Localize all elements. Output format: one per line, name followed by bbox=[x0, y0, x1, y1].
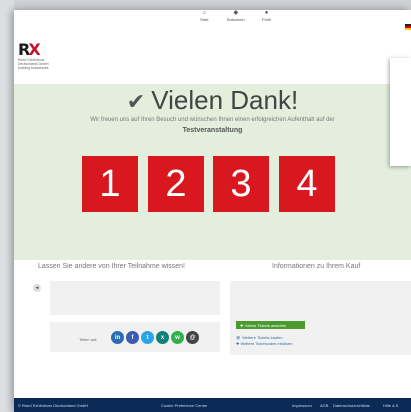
overlay-popup[interactable] bbox=[390, 58, 411, 166]
share-label: Teilen auf: bbox=[79, 337, 98, 342]
language-flag-icon[interactable] bbox=[405, 24, 411, 30]
nav-botschein[interactable]: ◆ Botschein bbox=[227, 10, 245, 22]
nav-profil[interactable]: ● Profil bbox=[262, 10, 271, 22]
user-icon: ● bbox=[264, 10, 269, 16]
footer-link-agb[interactable]: AGB bbox=[320, 403, 328, 408]
ticket-button-icon: ✚ bbox=[240, 322, 244, 328]
share-title: Lassen Sie andere von Ihrer Teilnahme wi… bbox=[38, 263, 185, 270]
email-share-icon[interactable]: @ bbox=[186, 331, 199, 344]
window-backdrop bbox=[0, 0, 14, 412]
nav-profil-label: Profil bbox=[262, 17, 272, 22]
cart-icon: 🛒︎ bbox=[236, 335, 242, 340]
xing-share-icon[interactable]: x bbox=[156, 331, 169, 344]
ticket-icon: ◆ bbox=[233, 10, 239, 16]
cookie-preference-link[interactable]: Cookie Preference Centre bbox=[161, 403, 207, 408]
footer-company: © Reed Exhibitions Deutschland GmbH bbox=[18, 403, 89, 408]
thanks-heading: ✔ Vielen Dank! bbox=[14, 85, 411, 116]
page-footer: © Reed Exhibitions Deutschland GmbH Cook… bbox=[14, 398, 411, 412]
logo-subtitle: Reed Exhibitions Deutschland GmbH buildi… bbox=[18, 58, 49, 70]
top-navigation bbox=[14, 10, 411, 46]
step-number-3: 3 bbox=[213, 156, 269, 212]
thanks-title: Vielen Dank! bbox=[151, 85, 299, 115]
buy-tickets-link[interactable]: 🛒︎ Weitere Tickets kaufen bbox=[236, 335, 283, 340]
footer-link-help[interactable]: Hilfe & K bbox=[383, 403, 399, 408]
home-icon: ⌂ bbox=[202, 10, 207, 16]
logo-mark: RX bbox=[18, 42, 58, 58]
facebook-share-icon[interactable]: f bbox=[126, 331, 139, 344]
purchase-title: Informationen zu Ihrem Kauf bbox=[272, 263, 361, 270]
event-name: Testveranstaltung bbox=[182, 127, 243, 134]
step-number-4: 4 bbox=[279, 156, 335, 212]
nav-botschein-label: Botschein bbox=[227, 17, 245, 22]
logo-mark-a: R bbox=[18, 40, 30, 59]
company-logo[interactable]: RX Reed Exhibitions Deutschland GmbH bui… bbox=[18, 42, 58, 71]
whatsapp-share-icon[interactable]: w bbox=[171, 331, 184, 344]
step-number-2: 2 bbox=[148, 156, 204, 212]
collapse-icon[interactable]: ◂ bbox=[33, 284, 41, 292]
view-tickets-label: Meine Tickets ansehen bbox=[245, 322, 287, 328]
nav-start[interactable]: ⌂ Start bbox=[200, 10, 208, 22]
footer-link-privacy[interactable]: Datenschutzrichtlinie bbox=[333, 403, 370, 408]
footer-link-impressum[interactable]: Impressum bbox=[292, 403, 312, 408]
nav-start-label: Start bbox=[200, 17, 209, 22]
step-number-1: 1 bbox=[82, 156, 138, 212]
check-icon: ✔ bbox=[126, 89, 146, 114]
redeem-codes-label: Weitere Ticketcodes einlösen bbox=[240, 341, 293, 346]
plus-icon: ✚ bbox=[236, 341, 240, 346]
redeem-codes-link[interactable]: ✚ Weitere Ticketcodes einlösen bbox=[236, 341, 292, 346]
twitter-share-icon[interactable]: t bbox=[141, 331, 154, 344]
view-tickets-button[interactable]: ✚ Meine Tickets ansehen bbox=[236, 321, 305, 329]
buy-tickets-label: Weitere Tickets kaufen bbox=[242, 335, 283, 340]
thanks-lead: Wir freuen uns auf Ihren Besuch und wüns… bbox=[90, 117, 335, 123]
share-message-box[interactable] bbox=[50, 281, 220, 315]
linkedin-share-icon[interactable]: in bbox=[111, 331, 124, 344]
logo-mark-b: X bbox=[28, 40, 40, 59]
